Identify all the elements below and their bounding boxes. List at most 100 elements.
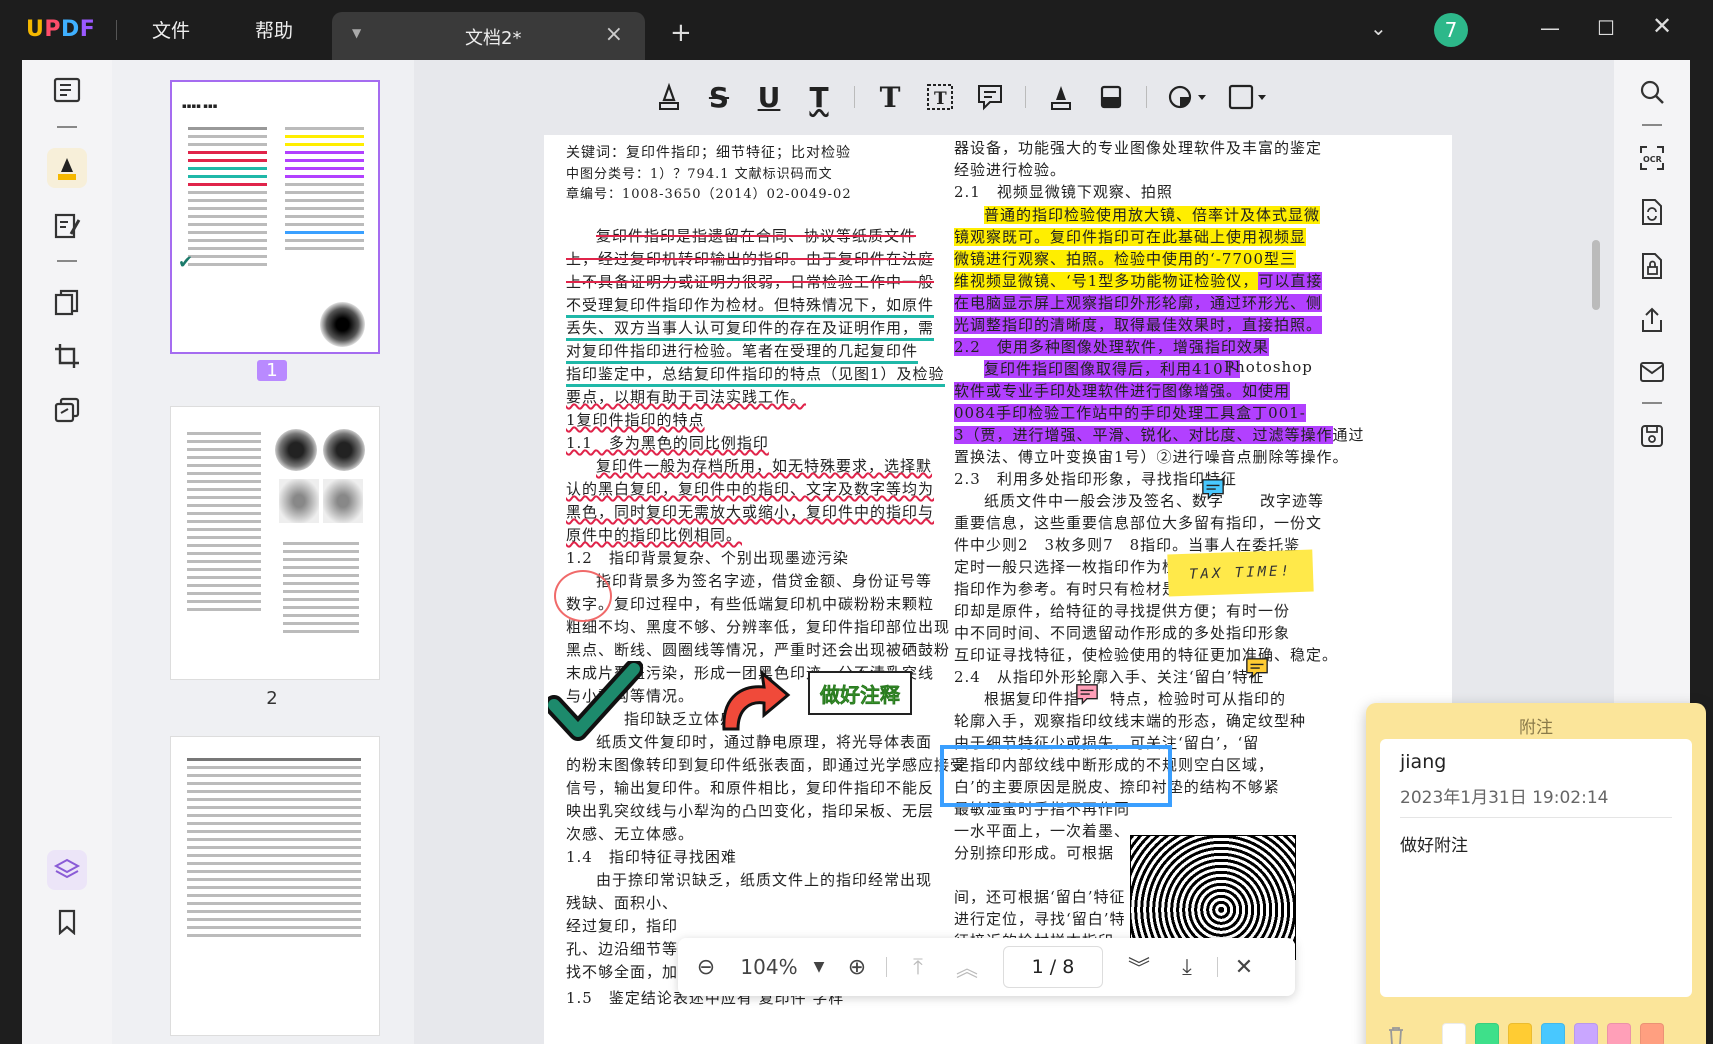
stamp-tool-icon[interactable] [1217,77,1277,117]
text-tool-icon[interactable]: T [865,77,915,117]
squiggly-text[interactable]: 原件中的指印比例相同。 [566,524,742,545]
first-page-button[interactable]: ⤒ [893,947,943,987]
tab-dropdown-icon[interactable]: ▼ [352,26,361,40]
page-indicator[interactable]: 1 / 8 [1003,946,1103,988]
tax-time-sticker[interactable]: TAX TIME! [1167,549,1314,597]
color-swatch[interactable] [1442,1023,1466,1044]
sticky-note-tool-icon[interactable] [965,77,1015,117]
page-number-2: 2 [266,688,278,709]
edit-pdf-icon[interactable] [47,206,87,246]
convert-pdf-icon[interactable] [1632,192,1672,232]
minimize-button[interactable]: — [1540,16,1560,40]
arrow-sticker[interactable] [714,665,792,735]
search-icon[interactable] [1632,72,1672,112]
highlighted-text[interactable]: 复印件指印图像取得后，利用410卜 [984,360,1240,378]
squiggly-text[interactable]: 认的黑白复印，复印件中的指印、文字及数字等均为 [566,478,934,499]
strikethrough-text[interactable]: 上，经过复印机转印输出的指印。由于复印件在法庭 [566,248,934,269]
squiggly-text[interactable]: 1.1 多为黑色的同比例指印 [566,432,769,453]
pencil-tool-icon[interactable] [1036,77,1086,117]
squiggly-text[interactable]: 复印件一般为存档所用，如无特殊要求，选择默 [596,455,932,476]
bookmark-icon[interactable] [47,902,87,942]
highlighted-text[interactable]: 光调整指印的清晰度，取得最佳效果时，直接拍照。 [954,316,1323,334]
page-thumbnail-2[interactable] [170,406,380,680]
callout-box[interactable]: 做好注释 [808,671,912,715]
body-text: 定时一般只选择一枚指印作为检材 [954,558,1195,576]
color-swatch[interactable] [1607,1023,1631,1044]
shape-tool-icon[interactable] [1157,77,1217,117]
zoom-in-button[interactable]: ⊕ [834,947,880,987]
underline-text[interactable]: 丢失、双方当事人认可复印件的存在及证明作用，需 [566,317,935,341]
comment-marker-icon[interactable] [1244,657,1270,681]
new-tab-button[interactable]: + [670,18,692,48]
organize-pages-icon[interactable] [47,282,87,322]
close-tab-icon[interactable]: × [605,22,623,47]
strikethrough-tool-icon[interactable]: S [694,77,744,117]
underline-text[interactable]: 对复印件指印进行检验。笔者在受理的几起复印件 [566,340,919,364]
highlighted-text[interactable]: 镜观察既可。复印件指印可在此基础上使用视频显 [954,228,1307,246]
comment-marker-icon[interactable] [1074,683,1100,707]
avatar[interactable]: 7 [1434,13,1468,47]
color-swatch[interactable] [1541,1023,1565,1044]
share-icon[interactable] [1632,300,1672,340]
circle-annotation[interactable] [554,570,612,622]
note-content[interactable]: jiang 2023年1月31日 19:02:14 做好附注 [1380,739,1692,997]
save-icon[interactable] [1632,416,1672,456]
rectangle-annotation[interactable] [940,745,1172,807]
note-body[interactable]: 做好附注 [1400,831,1468,856]
comment-highlighter-icon[interactable] [47,148,87,188]
layers-icon[interactable] [47,850,87,890]
previous-page-button[interactable]: ︽ [943,947,991,987]
menu-file[interactable]: 文件 [152,16,190,43]
squiggly-text[interactable]: 1复印件指印的特点 [566,409,705,430]
highlighted-text[interactable]: 在电脑显示屏上观察指印外形轮廓，通过环形光、侧 [954,294,1323,312]
divider [116,20,117,40]
strikethrough-text[interactable]: 上不具备证明力或证明力很弱，日常检验工作中一般 [566,271,934,292]
last-page-button[interactable]: ⤓ [1163,947,1211,987]
strikethrough-text[interactable]: 复印件指印是指遗留在合同、协议等纸质文件 [596,225,916,246]
menu-help[interactable]: 帮助 [255,16,293,43]
close-window-button[interactable]: ✕ [1652,12,1672,40]
highlighted-text[interactable]: 普通的指印检验使用放大镜、倍率计及体式显微 [984,206,1321,224]
zoom-dropdown-icon[interactable]: ▼ [804,947,834,987]
close-navigation-button[interactable]: ✕ [1224,947,1264,987]
page-thumbnail-3[interactable] [170,736,380,1036]
checkmark-sticker[interactable] [548,661,643,745]
email-icon[interactable] [1632,352,1672,392]
page-thumbnail-1[interactable]: ▪▪▪▪ ▪▪▪ ✔ [170,80,380,354]
next-page-button[interactable]: ︾ [1115,947,1163,987]
color-swatch[interactable] [1574,1023,1598,1044]
color-swatch[interactable] [1475,1023,1499,1044]
highlighted-text[interactable]: 微镜进行观察、拍照。检验中使用的‘-7700型三 [954,250,1297,268]
chevron-down-icon[interactable]: ⌄ [1370,16,1387,40]
squiggly-tool-icon[interactable]: T [794,77,844,117]
squiggly-text[interactable]: 要点，以期有助于司法实践工作。 [566,386,806,407]
maximize-button[interactable]: ☐ [1597,16,1615,40]
scrollbar[interactable] [1592,240,1600,310]
highlighted-text[interactable]: 2.2 使用多种图像处理软件，增强指印效果 [954,338,1269,356]
trash-icon[interactable] [1386,1025,1406,1044]
underline-text[interactable]: 指印鉴定中，总结复印件指印的特点（见图1）及检验 [566,363,945,387]
ocr-icon[interactable]: OCR [1632,138,1672,178]
color-swatch[interactable] [1508,1023,1532,1044]
underline-text[interactable]: 不受理复印件指印作为检材。但特殊情况下，如原件 [566,294,935,318]
underline-tool-icon[interactable]: U [744,77,794,117]
reader-icon[interactable] [47,70,87,110]
highlight-tool-icon[interactable] [644,77,694,117]
highlighted-text[interactable]: 软件或专业手印处理软件进行图像增强。如使用 [954,382,1291,400]
squiggly-text[interactable]: 黑色，同时复印无需放大或缩小，复印件中的指印与 [566,501,934,522]
eraser-tool-icon[interactable] [1086,77,1136,117]
highlighted-text[interactable]: 可以直接 [1258,272,1323,290]
comment-marker-icon[interactable] [1200,478,1226,502]
highlighted-text[interactable]: 维视频显微镜、‘号1型多功能物证检验仪， [954,272,1259,290]
note-popup[interactable]: 附注 jiang 2023年1月31日 19:02:14 做好附注 [1366,703,1706,1044]
textbox-tool-icon[interactable]: T [915,77,965,117]
color-swatch[interactable] [1640,1023,1664,1044]
convert-icon[interactable] [47,390,87,430]
crop-icon[interactable] [47,336,87,376]
zoom-out-button[interactable]: ⊖ [678,947,734,987]
zoom-level[interactable]: 104% [734,947,804,987]
highlighted-text[interactable]: 0084手印检验工作站中的手印处理工具盒丁001- [954,404,1306,422]
protect-pdf-icon[interactable] [1632,246,1672,286]
document-tab[interactable]: ▼ 文档2* × [332,12,645,60]
highlighted-text[interactable]: 3（贾，进行增强、平滑、锐化、对比度、过滤等操作 [954,426,1333,444]
